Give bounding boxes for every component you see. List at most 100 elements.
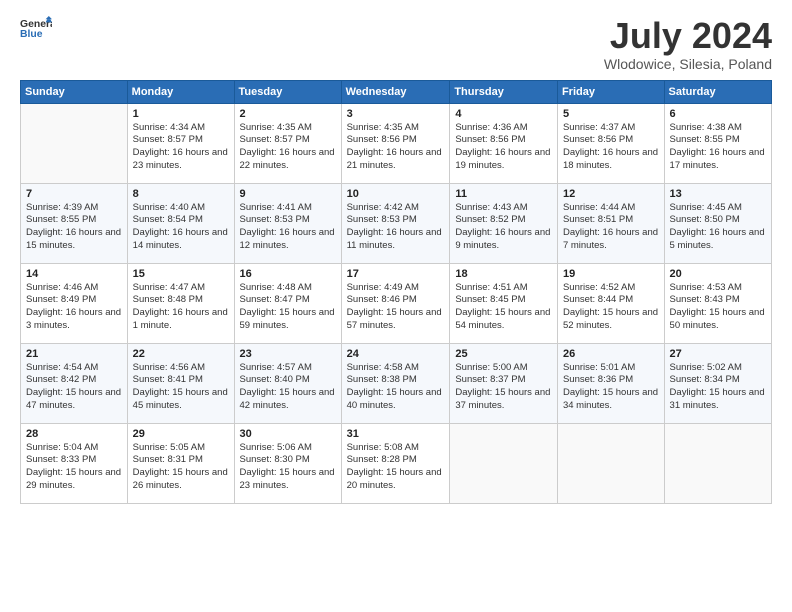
day-cell-0-6: 6Sunrise: 4:38 AM Sunset: 8:55 PM Daylig… [664,103,771,183]
day-cell-0-2: 2 Sunrise: 4:35 AM Sunset: 8:57 PM Daylig… [234,103,341,183]
day-info: Sunrise: 4:51 AM Sunset: 8:45 PM Dayligh… [455,282,552,333]
weekday-header-row: Sunday Monday Tuesday Wednesday Thursday… [21,80,772,103]
day-number: 23 [240,348,336,360]
day-cell-2-4: 18 Sunrise: 4:51 AM Sunset: 8:45 PM Dayli… [450,263,558,343]
day-number: 31 [347,428,445,440]
day-number: 16 [240,268,336,280]
day-info: Sunrise: 4:37 AM Sunset: 8:56 PM Dayligh… [563,122,659,173]
day-cell-0-5: 5Sunrise: 4:37 AM Sunset: 8:56 PM Daylig… [557,103,664,183]
week-row-4: 21 Sunrise: 4:54 AM Sunset: 8:42 PM Dayli… [21,343,772,423]
day-number: 28 [26,428,122,440]
day-cell-1-4: 11 Sunrise: 4:43 AM Sunset: 8:52 PM Dayli… [450,183,558,263]
day-number: 14 [26,268,122,280]
day-cell-1-2: 9 Sunrise: 4:41 AM Sunset: 8:53 PM Daylig… [234,183,341,263]
day-number: 18 [455,268,552,280]
day-cell-1-3: 10 Sunrise: 4:42 AM Sunset: 8:53 PM Dayli… [341,183,450,263]
day-info: Sunrise: 4:58 AM Sunset: 8:38 PM Dayligh… [347,362,445,413]
day-info: Sunrise: 5:01 AM Sunset: 8:36 PM Dayligh… [563,362,659,413]
day-cell-3-4: 25 Sunrise: 5:00 AM Sunset: 8:37 PM Dayli… [450,343,558,423]
calendar-location: Wlodowice, Silesia, Poland [604,56,772,72]
day-cell-4-4 [450,423,558,503]
day-number: 2 [240,108,336,120]
day-cell-3-6: 27 Sunrise: 5:02 AM Sunset: 8:34 PM Dayli… [664,343,771,423]
day-cell-4-1: 29 Sunrise: 5:05 AM Sunset: 8:31 PM Dayli… [127,423,234,503]
day-cell-4-6 [664,423,771,503]
day-number: 24 [347,348,445,360]
day-info: Sunrise: 5:06 AM Sunset: 8:30 PM Dayligh… [240,442,336,493]
day-info: Sunrise: 4:34 AM Sunset: 8:57 PM Dayligh… [133,122,229,173]
day-info: Sunrise: 4:40 AM Sunset: 8:54 PM Dayligh… [133,202,229,253]
day-cell-1-5: 12 Sunrise: 4:44 AM Sunset: 8:51 PM Dayli… [557,183,664,263]
day-info: Sunrise: 5:00 AM Sunset: 8:37 PM Dayligh… [455,362,552,413]
day-info: Sunrise: 4:38 AM Sunset: 8:55 PM Dayligh… [670,122,766,173]
day-cell-2-5: 19 Sunrise: 4:52 AM Sunset: 8:44 PM Dayli… [557,263,664,343]
title-block: July 2024 Wlodowice, Silesia, Poland [604,16,772,72]
day-number: 19 [563,268,659,280]
day-number: 10 [347,188,445,200]
day-cell-1-6: 13Sunrise: 4:45 AM Sunset: 8:50 PM Dayli… [664,183,771,263]
day-number: 9 [240,188,336,200]
day-info: Sunrise: 4:49 AM Sunset: 8:46 PM Dayligh… [347,282,445,333]
day-number: 21 [26,348,122,360]
day-number: 20 [670,268,766,280]
day-info: Sunrise: 4:46 AM Sunset: 8:49 PM Dayligh… [26,282,122,333]
day-cell-4-3: 31 Sunrise: 5:08 AM Sunset: 8:28 PM Dayli… [341,423,450,503]
day-number: 25 [455,348,552,360]
day-number: 15 [133,268,229,280]
day-cell-2-3: 17 Sunrise: 4:49 AM Sunset: 8:46 PM Dayli… [341,263,450,343]
day-cell-4-2: 30Sunrise: 5:06 AM Sunset: 8:30 PM Dayli… [234,423,341,503]
day-info: Sunrise: 4:41 AM Sunset: 8:53 PM Dayligh… [240,202,336,253]
day-info: Sunrise: 5:08 AM Sunset: 8:28 PM Dayligh… [347,442,445,493]
header-monday: Monday [127,80,234,103]
day-cell-3-5: 26 Sunrise: 5:01 AM Sunset: 8:36 PM Dayli… [557,343,664,423]
day-cell-1-1: 8 Sunrise: 4:40 AM Sunset: 8:54 PM Daylig… [127,183,234,263]
header-friday: Friday [557,80,664,103]
day-info: Sunrise: 4:47 AM Sunset: 8:48 PM Dayligh… [133,282,229,333]
day-info: Sunrise: 4:44 AM Sunset: 8:51 PM Dayligh… [563,202,659,253]
day-cell-1-0: 7Sunrise: 4:39 AM Sunset: 8:55 PM Daylig… [21,183,128,263]
day-info: Sunrise: 4:48 AM Sunset: 8:47 PM Dayligh… [240,282,336,333]
day-info: Sunrise: 4:54 AM Sunset: 8:42 PM Dayligh… [26,362,122,413]
day-cell-0-0 [21,103,128,183]
day-info: Sunrise: 4:42 AM Sunset: 8:53 PM Dayligh… [347,202,445,253]
day-number: 22 [133,348,229,360]
day-cell-2-0: 14 Sunrise: 4:46 AM Sunset: 8:49 PM Dayli… [21,263,128,343]
day-number: 8 [133,188,229,200]
week-row-3: 14 Sunrise: 4:46 AM Sunset: 8:49 PM Dayli… [21,263,772,343]
day-cell-2-2: 16 Sunrise: 4:48 AM Sunset: 8:47 PM Dayli… [234,263,341,343]
day-number: 11 [455,188,552,200]
day-number: 4 [455,108,552,120]
day-number: 29 [133,428,229,440]
day-cell-3-3: 24 Sunrise: 4:58 AM Sunset: 8:38 PM Dayli… [341,343,450,423]
day-info: Sunrise: 4:35 AM Sunset: 8:57 PM Dayligh… [240,122,336,173]
day-number: 7 [26,188,122,200]
day-number: 26 [563,348,659,360]
day-cell-0-3: 3 Sunrise: 4:35 AM Sunset: 8:56 PM Daylig… [341,103,450,183]
day-cell-2-1: 15 Sunrise: 4:47 AM Sunset: 8:48 PM Dayli… [127,263,234,343]
header-saturday: Saturday [664,80,771,103]
day-number: 27 [670,348,766,360]
day-info: Sunrise: 4:57 AM Sunset: 8:40 PM Dayligh… [240,362,336,413]
header-sunday: Sunday [21,80,128,103]
day-info: Sunrise: 5:05 AM Sunset: 8:31 PM Dayligh… [133,442,229,493]
day-number: 17 [347,268,445,280]
day-cell-0-1: 1 Sunrise: 4:34 AM Sunset: 8:57 PM Daylig… [127,103,234,183]
page-header: General Blue July 2024 Wlodowice, Silesi… [20,16,772,72]
day-info: Sunrise: 4:56 AM Sunset: 8:41 PM Dayligh… [133,362,229,413]
svg-text:Blue: Blue [20,29,43,40]
header-tuesday: Tuesday [234,80,341,103]
day-info: Sunrise: 5:04 AM Sunset: 8:33 PM Dayligh… [26,442,122,493]
day-number: 1 [133,108,229,120]
day-cell-4-5 [557,423,664,503]
day-cell-3-1: 22 Sunrise: 4:56 AM Sunset: 8:41 PM Dayli… [127,343,234,423]
day-number: 3 [347,108,445,120]
week-row-1: 1 Sunrise: 4:34 AM Sunset: 8:57 PM Daylig… [21,103,772,183]
day-info: Sunrise: 4:43 AM Sunset: 8:52 PM Dayligh… [455,202,552,253]
day-cell-3-2: 23 Sunrise: 4:57 AM Sunset: 8:40 PM Dayli… [234,343,341,423]
day-number: 13 [670,188,766,200]
week-row-2: 7Sunrise: 4:39 AM Sunset: 8:55 PM Daylig… [21,183,772,263]
day-number: 12 [563,188,659,200]
day-info: Sunrise: 5:02 AM Sunset: 8:34 PM Dayligh… [670,362,766,413]
day-info: Sunrise: 4:35 AM Sunset: 8:56 PM Dayligh… [347,122,445,173]
day-info: Sunrise: 4:52 AM Sunset: 8:44 PM Dayligh… [563,282,659,333]
